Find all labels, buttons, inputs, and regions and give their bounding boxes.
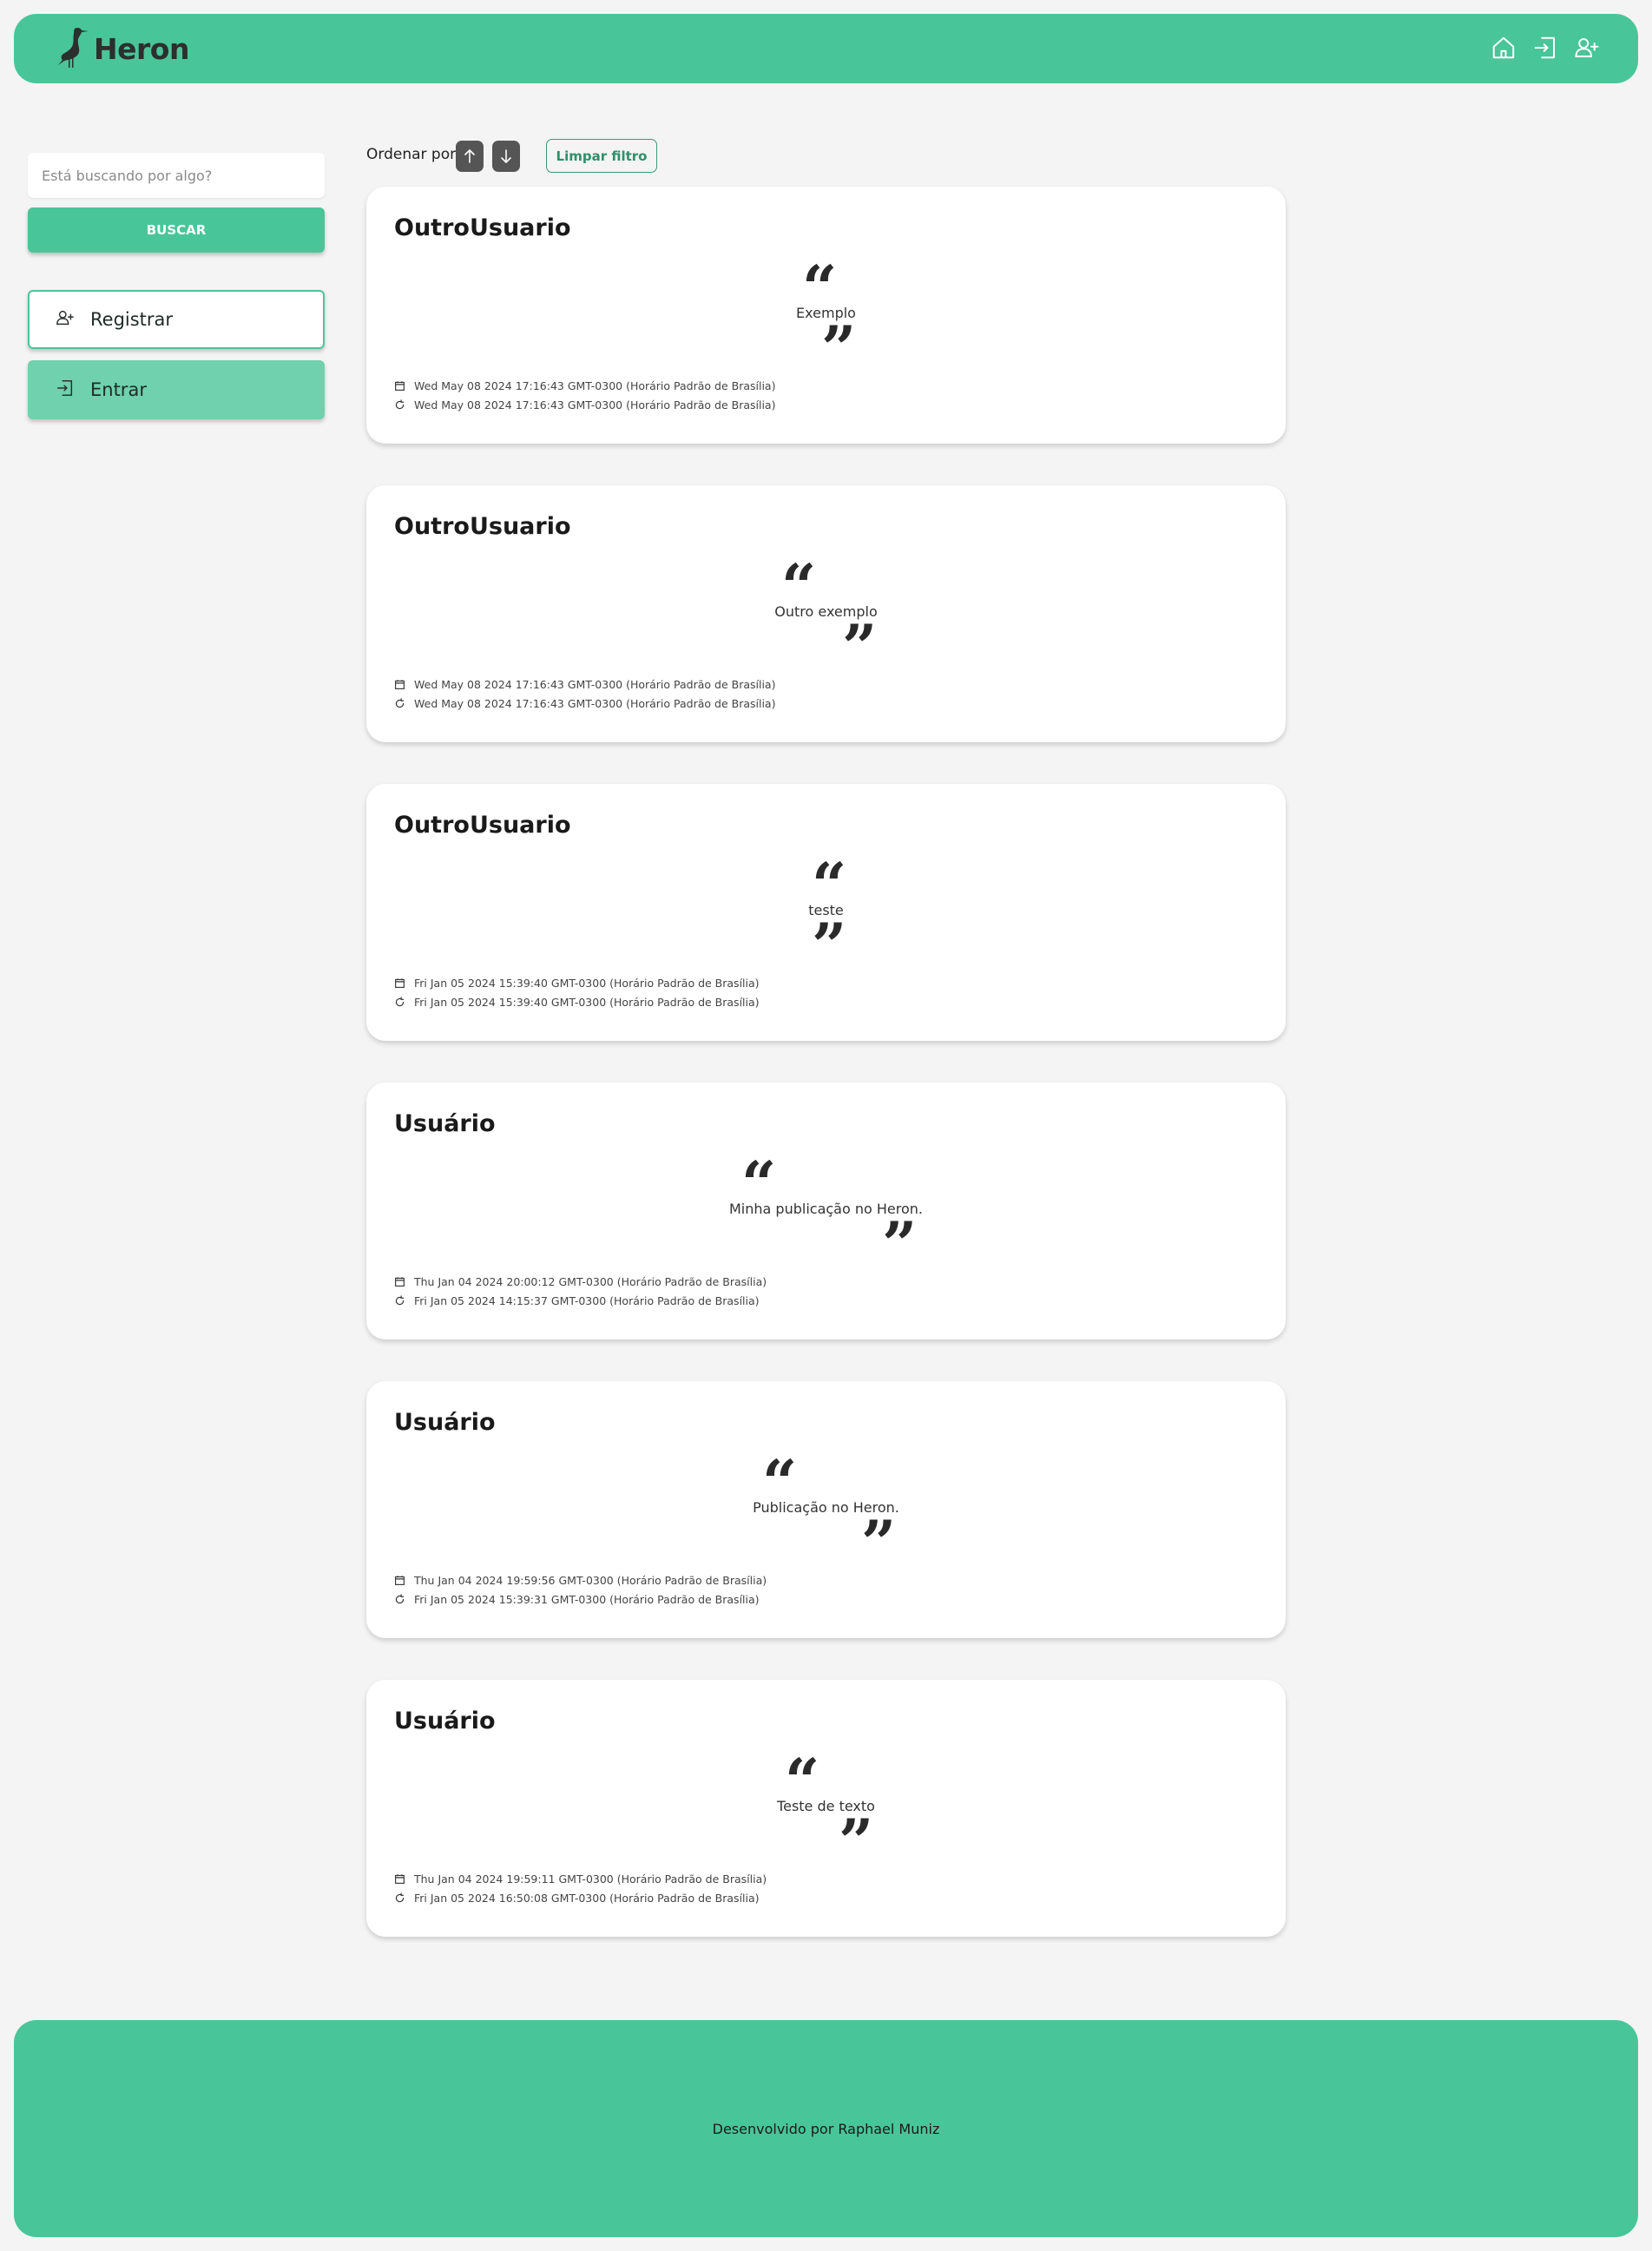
post-card[interactable]: Usuário “ Publicação no Heron. ” Thu Jan… <box>366 1381 1286 1638</box>
sort-label: Ordenar por: <box>366 146 461 163</box>
quote-open-icon: “ <box>781 550 817 622</box>
quote-close-icon: ” <box>821 313 857 385</box>
calendar-icon <box>395 1277 405 1287</box>
post-created-date: Thu Jan 04 2024 19:59:56 GMT-0300 (Horár… <box>414 1574 767 1587</box>
post-updated: Wed May 08 2024 17:16:43 GMT-0300 (Horár… <box>394 398 775 411</box>
post-card[interactable]: Usuário “ Teste de texto ” Thu Jan 04 20… <box>366 1680 1286 1937</box>
quote-open-icon: “ <box>741 1148 777 1220</box>
post-created-date: Wed May 08 2024 17:16:43 GMT-0300 (Horár… <box>414 379 776 392</box>
post-created-date: Wed May 08 2024 17:16:43 GMT-0300 (Horár… <box>414 678 776 691</box>
refresh-icon <box>395 1295 405 1306</box>
quote-open-icon: “ <box>812 849 847 921</box>
brand-logo[interactable]: Heron <box>56 26 189 71</box>
calendar-icon <box>395 1576 405 1585</box>
quote-close-icon: ” <box>842 611 878 683</box>
register-label: Registrar <box>90 309 174 330</box>
login-icon[interactable] <box>1532 35 1558 61</box>
quote-close-icon: ” <box>812 910 847 982</box>
post-created-date: Thu Jan 04 2024 19:59:11 GMT-0300 (Horár… <box>414 1873 767 1886</box>
post-updated: Fri Jan 05 2024 16:50:08 GMT-0300 (Horár… <box>394 1892 760 1905</box>
post-updated: Fri Jan 05 2024 15:39:40 GMT-0300 (Horár… <box>394 996 760 1009</box>
login-icon <box>56 378 90 402</box>
post-created: Thu Jan 04 2024 19:59:56 GMT-0300 (Horár… <box>394 1574 767 1587</box>
post-updated-date: Fri Jan 05 2024 15:39:40 GMT-0300 (Horár… <box>414 996 760 1009</box>
refresh-icon <box>395 1892 405 1903</box>
refresh-icon <box>395 1594 405 1604</box>
post-card[interactable]: Usuário “ Minha publicação no Heron. ” T… <box>366 1083 1286 1339</box>
refresh-icon <box>395 399 405 410</box>
post-text: Publicação no Heron. <box>753 1499 899 1516</box>
post-updated: Wed May 08 2024 17:16:43 GMT-0300 (Horár… <box>394 697 775 710</box>
calendar-icon <box>395 978 405 988</box>
quote-open-icon: “ <box>802 252 838 324</box>
login-button[interactable]: Entrar <box>28 360 325 419</box>
post-updated-date: Fri Jan 05 2024 14:15:37 GMT-0300 (Horár… <box>414 1294 760 1307</box>
sort-ascending-button[interactable] <box>456 141 484 172</box>
quote-open-icon: “ <box>762 1446 798 1518</box>
calendar-icon <box>395 680 405 689</box>
user-plus-icon <box>56 308 90 332</box>
post-created: Wed May 08 2024 17:16:43 GMT-0300 (Horár… <box>394 678 775 691</box>
login-label: Entrar <box>90 379 147 400</box>
quote-open-icon: “ <box>785 1745 820 1817</box>
post-updated-date: Wed May 08 2024 17:16:43 GMT-0300 (Horár… <box>414 697 776 710</box>
brand-name: Heron <box>94 31 189 66</box>
post-card[interactable]: OutroUsuario “ Exemplo ” Wed May 08 2024… <box>366 187 1286 444</box>
refresh-icon <box>395 698 405 708</box>
post-created-date: Fri Jan 05 2024 15:39:40 GMT-0300 (Horár… <box>414 977 760 990</box>
post-card[interactable]: OutroUsuario “ teste ” Fri Jan 05 2024 1… <box>366 784 1286 1041</box>
post-card[interactable]: OutroUsuario “ Outro exemplo ” Wed May 0… <box>366 485 1286 742</box>
post-text: Teste de texto <box>777 1798 875 1814</box>
post-author: OutroUsuario <box>394 812 571 839</box>
post-author: Usuário <box>394 1110 496 1137</box>
arrow-down-icon <box>501 149 511 163</box>
quote-close-icon: ” <box>839 1806 874 1878</box>
arrow-up-icon <box>464 149 475 163</box>
post-updated: Fri Jan 05 2024 15:39:31 GMT-0300 (Horár… <box>394 1593 760 1606</box>
post-created: Fri Jan 05 2024 15:39:40 GMT-0300 (Horár… <box>394 977 760 990</box>
post-updated-date: Fri Jan 05 2024 16:50:08 GMT-0300 (Horár… <box>414 1892 760 1905</box>
post-created: Wed May 08 2024 17:16:43 GMT-0300 (Horár… <box>394 379 775 392</box>
refresh-icon <box>395 997 405 1007</box>
post-created: Thu Jan 04 2024 19:59:11 GMT-0300 (Horár… <box>394 1873 767 1886</box>
post-author: Usuário <box>394 1409 496 1436</box>
post-author: OutroUsuario <box>394 214 571 241</box>
search-button[interactable]: BUSCAR <box>28 207 325 253</box>
calendar-icon <box>395 1874 405 1884</box>
post-updated-date: Fri Jan 05 2024 15:39:31 GMT-0300 (Horár… <box>414 1593 760 1606</box>
post-updated-date: Wed May 08 2024 17:16:43 GMT-0300 (Horár… <box>414 398 776 411</box>
post-updated: Fri Jan 05 2024 14:15:37 GMT-0300 (Horár… <box>394 1294 760 1307</box>
post-text: Outro exemplo <box>774 603 878 620</box>
sort-descending-button[interactable] <box>492 141 520 172</box>
calendar-icon <box>395 381 405 391</box>
post-created: Thu Jan 04 2024 20:00:12 GMT-0300 (Horár… <box>394 1275 767 1288</box>
clear-filter-button[interactable]: Limpar filtro <box>546 139 657 173</box>
user-plus-icon[interactable] <box>1574 35 1600 61</box>
post-author: Usuário <box>394 1708 496 1734</box>
quote-close-icon: ” <box>861 1507 897 1579</box>
post-created-date: Thu Jan 04 2024 20:00:12 GMT-0300 (Horár… <box>414 1275 767 1288</box>
footer-credit: Desenvolvido por Raphael Muniz <box>712 2121 940 2137</box>
register-button[interactable]: Registrar <box>28 290 325 349</box>
quote-close-icon: ” <box>882 1208 918 1280</box>
footer: Desenvolvido por Raphael Muniz <box>14 2020 1638 2237</box>
post-author: OutroUsuario <box>394 513 571 540</box>
post-text: Minha publicação no Heron. <box>729 1201 923 1217</box>
home-icon[interactable] <box>1491 35 1517 61</box>
heron-bird-icon <box>56 25 90 72</box>
search-input[interactable] <box>28 153 325 198</box>
header-bar: Heron <box>14 14 1638 83</box>
